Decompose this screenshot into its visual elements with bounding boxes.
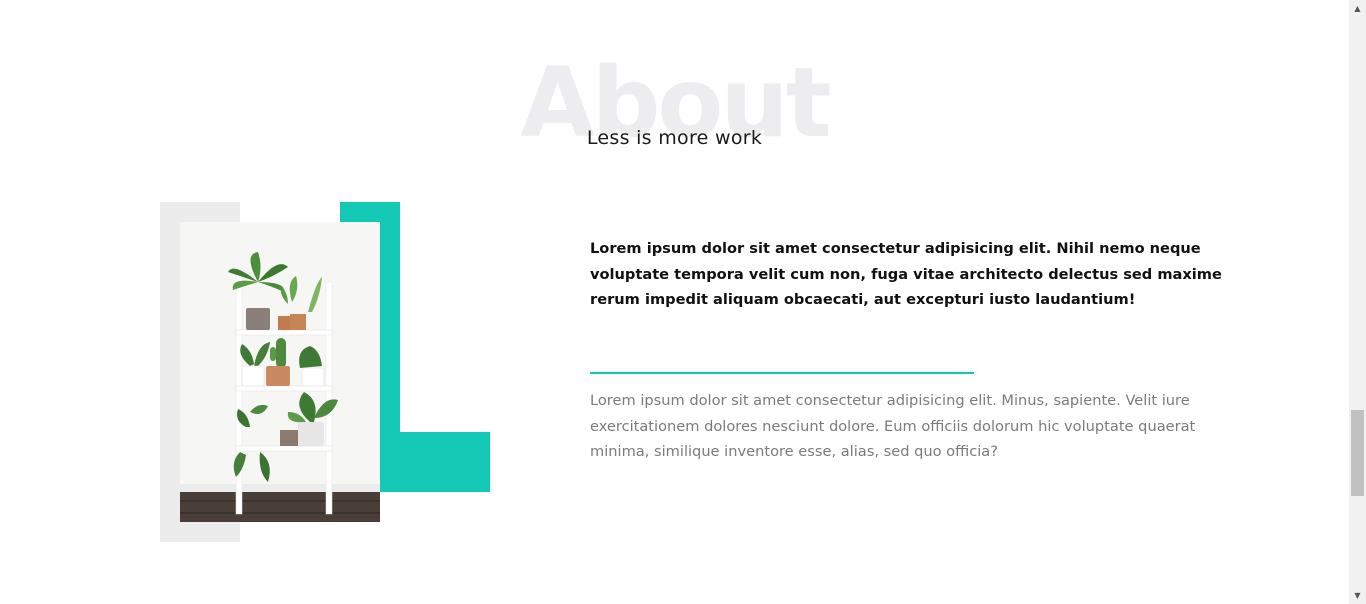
section-subtitle: Less is more work: [586, 127, 763, 149]
about-body-text: Lorem ipsum dolor sit amet consectetur a…: [590, 392, 1196, 460]
triangle-up-icon[interactable]: ▲: [1349, 0, 1366, 17]
scrollbar-thumb[interactable]: [1351, 410, 1364, 496]
vertical-scrollbar[interactable]: ▲ ▼: [1349, 0, 1366, 604]
plant-shelf-image: [180, 222, 380, 522]
triangle-down-icon[interactable]: ▼: [1349, 587, 1366, 604]
about-lead-text: Lorem ipsum dolor sit amet consectetur a…: [590, 240, 1222, 308]
decorative-teal-foot: [380, 432, 490, 492]
about-section: About Less is more work Lorem ipsum dolo…: [0, 0, 1349, 604]
accent-divider: [590, 372, 974, 374]
